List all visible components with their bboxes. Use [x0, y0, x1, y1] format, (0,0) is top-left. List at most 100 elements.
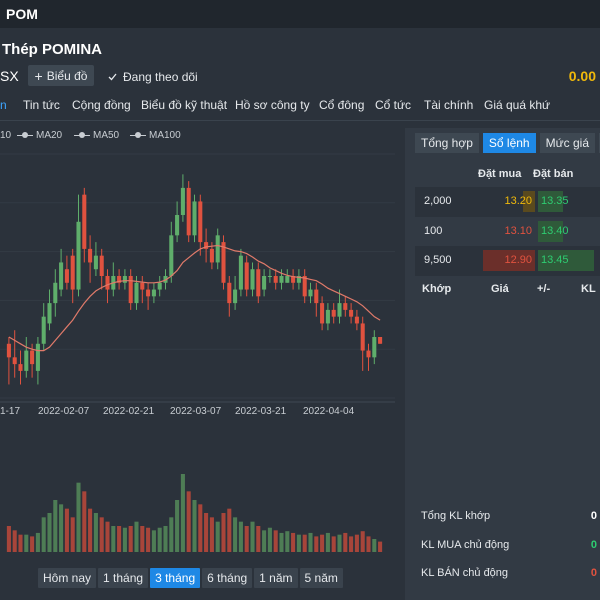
trade-header-match: Khớp	[422, 283, 452, 295]
legend-ma100[interactable]: MA100	[130, 130, 181, 141]
legend-ma50[interactable]: MA50	[74, 130, 119, 141]
candle-body	[320, 303, 325, 324]
period-6m-button[interactable]: 6 tháng	[202, 568, 253, 588]
tab-technical-chart[interactable]: Biểu đồ kỹ thuật	[141, 98, 227, 112]
top-bar: POM	[0, 0, 600, 28]
period-1m-button[interactable]: 1 tháng	[98, 568, 149, 588]
candle-body	[262, 276, 267, 290]
volume-bar	[262, 530, 267, 552]
x-tick-label: 2022-04-04	[303, 406, 355, 417]
candle-body	[76, 221, 81, 290]
candle-body	[302, 276, 307, 297]
x-tick-label: 2022-02-07	[38, 406, 90, 417]
period-1y-button[interactable]: 1 năm	[254, 568, 298, 588]
summary-value: 0	[590, 539, 597, 551]
trade-header-change: +/-	[537, 283, 551, 295]
exchange-label: SX	[0, 68, 19, 84]
main-tabs: n Tin tức Cộng đồng Biểu đồ kỹ thuật Hồ …	[0, 94, 600, 121]
volume-bar	[372, 539, 377, 552]
candle-body	[186, 187, 191, 236]
volume-bar	[320, 534, 325, 552]
candle-body	[192, 201, 197, 236]
stock-header: Thép POMINA SX + Biểu đồ Đang theo dõi 0…	[0, 28, 600, 94]
summary-total-volume: Tổng KL khớp 0	[415, 502, 600, 530]
company-name: Thép POMINA	[2, 41, 102, 58]
summary-label: KL BÁN chủ động	[421, 567, 509, 579]
period-3m-button[interactable]: 3 tháng	[150, 568, 201, 588]
candle-body	[349, 309, 354, 317]
legend-ma20[interactable]: MA20	[17, 130, 62, 141]
tab-company-profile[interactable]: Hồ sơ công ty	[235, 98, 310, 112]
volume-bar	[349, 536, 354, 552]
volume-bar	[354, 534, 359, 552]
bid-header: Đặt mua	[478, 168, 522, 180]
tab-community[interactable]: Cộng đồng	[72, 98, 131, 112]
volume-bar	[157, 527, 162, 552]
candle-body	[169, 235, 174, 276]
candle-body	[93, 255, 98, 270]
check-icon	[108, 70, 117, 84]
candle-body	[233, 289, 238, 304]
volume-bar	[47, 513, 52, 552]
trade-header-price: Giá	[491, 283, 509, 295]
candle-body	[82, 194, 87, 249]
bid-cell: 13.10	[477, 221, 535, 242]
candle-body	[343, 303, 348, 310]
current-price: 0.00	[568, 68, 596, 84]
volume-bar	[64, 508, 69, 552]
tab-price-levels[interactable]: Mức giá	[539, 133, 595, 153]
volume-bar	[308, 532, 313, 552]
tab-news[interactable]: Tin tức	[23, 98, 60, 112]
legend-marker-icon	[17, 131, 33, 140]
chart-button[interactable]: + Biểu đồ	[28, 65, 94, 86]
candle-body	[6, 343, 11, 358]
order-book-row: 100 13.10 13.40	[415, 217, 600, 247]
candle-body	[337, 303, 342, 317]
volume-bar	[227, 508, 232, 552]
ticker-symbol: POM	[6, 6, 38, 22]
volume-bar	[140, 526, 145, 552]
volume-bar	[122, 527, 127, 552]
tab-order-book[interactable]: Sổ lệnh	[482, 133, 536, 153]
candle-body	[105, 276, 110, 290]
candle-body	[128, 276, 133, 304]
order-book-row: 9,500 12.90 13.45	[415, 246, 600, 276]
volume-bar	[146, 527, 151, 552]
summary-value: 0	[590, 567, 597, 579]
volume-bar	[180, 474, 185, 552]
tab-overview[interactable]: n	[0, 98, 7, 112]
volume-bar	[76, 482, 81, 552]
bid-price: 12.90	[504, 254, 532, 266]
tab-price-history[interactable]: Giá quá khứ	[484, 98, 550, 112]
candle-body	[70, 255, 75, 290]
legend-ma10[interactable]: 10	[0, 130, 11, 141]
volume-bar	[302, 534, 307, 552]
tab-financials[interactable]: Tài chính	[424, 98, 473, 112]
candle-body	[238, 255, 243, 290]
volume-bar	[151, 530, 156, 552]
volume-bar	[314, 536, 319, 552]
volume-bar	[256, 526, 261, 552]
candle-body	[53, 282, 58, 304]
bid-price: 13.20	[504, 195, 532, 207]
candle-body	[209, 248, 214, 263]
volume-bar	[24, 534, 29, 552]
volume-bar	[111, 526, 116, 552]
candle-body	[157, 282, 162, 290]
volume-bar	[169, 517, 174, 552]
tab-dividends[interactable]: Cổ tức	[375, 98, 411, 112]
legend-marker-icon	[74, 131, 90, 140]
summary-value: 0	[590, 510, 597, 522]
period-today-button[interactable]: Hôm nay	[38, 568, 97, 588]
candle-body	[99, 255, 104, 276]
candle-body	[41, 316, 46, 344]
period-5y-button[interactable]: 5 năm	[299, 568, 343, 588]
volume-bar	[337, 534, 342, 552]
price-chart[interactable]: 1-17 2022-02-07 2022-02-21 2022-03-07 2022-0…	[0, 148, 395, 558]
volume-bar	[175, 500, 180, 552]
follow-toggle[interactable]: Đang theo dõi	[108, 70, 198, 84]
tab-shareholders[interactable]: Cổ đông	[319, 98, 364, 112]
volume-bar	[53, 500, 58, 552]
tab-summary[interactable]: Tổng hợp	[415, 133, 479, 153]
candle-body	[244, 262, 249, 290]
